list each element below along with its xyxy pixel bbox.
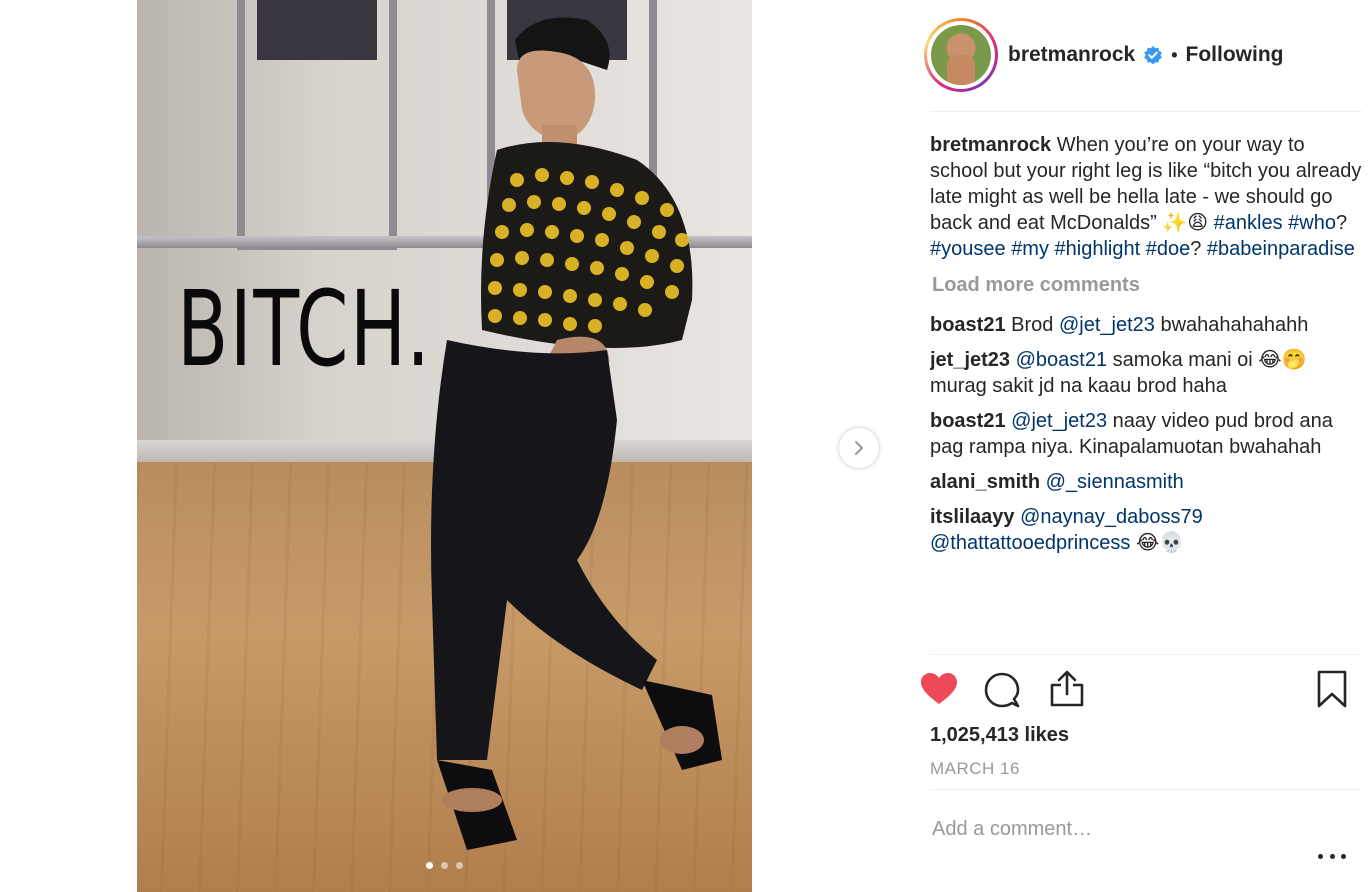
share-icon[interactable] [1048,670,1086,708]
carousel-dot [441,862,448,869]
comment-username[interactable]: jet_jet23 [930,349,1010,371]
actions-divider [930,654,1362,655]
hashtag-link[interactable]: #ankles [1214,212,1283,234]
post-date: MARCH 16 [930,759,1020,778]
post-media[interactable]: BITCH. [137,0,752,892]
carousel-indicator [137,856,752,874]
load-more-comments-button[interactable]: Load more comments [932,272,1362,298]
comment-username[interactable]: itslilaayy [930,506,1015,528]
comment-item: alani_smith @_siennasmith [930,469,1362,495]
hashtag-link[interactable]: #babeinparadise [1207,238,1355,260]
hashtag-link[interactable]: #highlight [1055,238,1141,260]
more-icon [1318,853,1323,859]
comment-item: jet_jet23 @boast21 samoka mani oi 😂🤭 mur… [930,347,1362,399]
comment-divider [930,789,1362,790]
add-comment-input[interactable] [932,818,1302,841]
comment-username[interactable]: boast21 [930,314,1006,336]
mention-link[interactable]: @jet_jet23 [1059,314,1155,336]
comment-item: boast21 Brod @jet_jet23 bwahahahahahh [930,312,1362,338]
comment-username[interactable]: alani_smith [930,471,1040,493]
chevron-right-icon [855,441,864,455]
heart-icon[interactable] [920,672,958,706]
hashtag-link[interactable]: #my [1011,238,1049,260]
caption-username[interactable]: bretmanrock [930,134,1051,156]
comment-item: itslilaayy @naynay_daboss79 @thattattooe… [930,504,1362,556]
header-divider [930,111,1362,112]
following-button[interactable]: Following [1186,43,1284,67]
next-slide-button[interactable] [839,428,879,468]
header-separator: • [1171,44,1178,65]
header-username[interactable]: bretmanrock [1008,43,1135,67]
mention-link[interactable]: @_siennasmith [1046,471,1184,493]
post-actions [920,668,1360,712]
comment-text: Brod [1011,314,1059,336]
comment-text: bwahahahahahh [1154,314,1309,336]
mention-link[interactable]: @thattattooedprincess [930,532,1130,554]
post-caption: bretmanrock When you’re on your way to s… [930,134,1362,260]
mention-link[interactable]: @jet_jet23 [1011,410,1107,432]
hashtag-link[interactable]: #yousee [930,238,1006,260]
comment-username[interactable]: boast21 [930,410,1006,432]
post-header: bretmanrock • Following [924,18,1364,92]
comment-icon[interactable] [984,672,1020,708]
bookmark-icon[interactable] [1316,670,1348,708]
comments-list[interactable]: bretmanrock When you’re on your way to s… [930,132,1362,652]
avatar[interactable] [924,18,998,92]
comment-text: 😂💀 [1130,532,1185,554]
verified-badge-icon [1144,46,1163,65]
photo-person [431,17,722,850]
hashtag-link[interactable]: #doe [1146,238,1191,260]
mention-link[interactable]: @naynay_daboss79 [1020,506,1203,528]
carousel-dot [456,862,464,869]
carousel-dot-active [425,862,433,869]
more-options-button[interactable] [1318,848,1346,864]
likes-count[interactable]: 1,025,413 likes [930,724,1069,747]
mention-link[interactable]: @boast21 [1016,349,1107,371]
instagram-post-page: BITCH. bretmanrock • Following bretmanro [0,0,1372,892]
hashtag-link[interactable]: #who [1288,212,1336,234]
story-overlay-text: BITCH. [177,268,432,390]
comment-item: boast21 @jet_jet23 naay video pud brod a… [930,408,1362,460]
